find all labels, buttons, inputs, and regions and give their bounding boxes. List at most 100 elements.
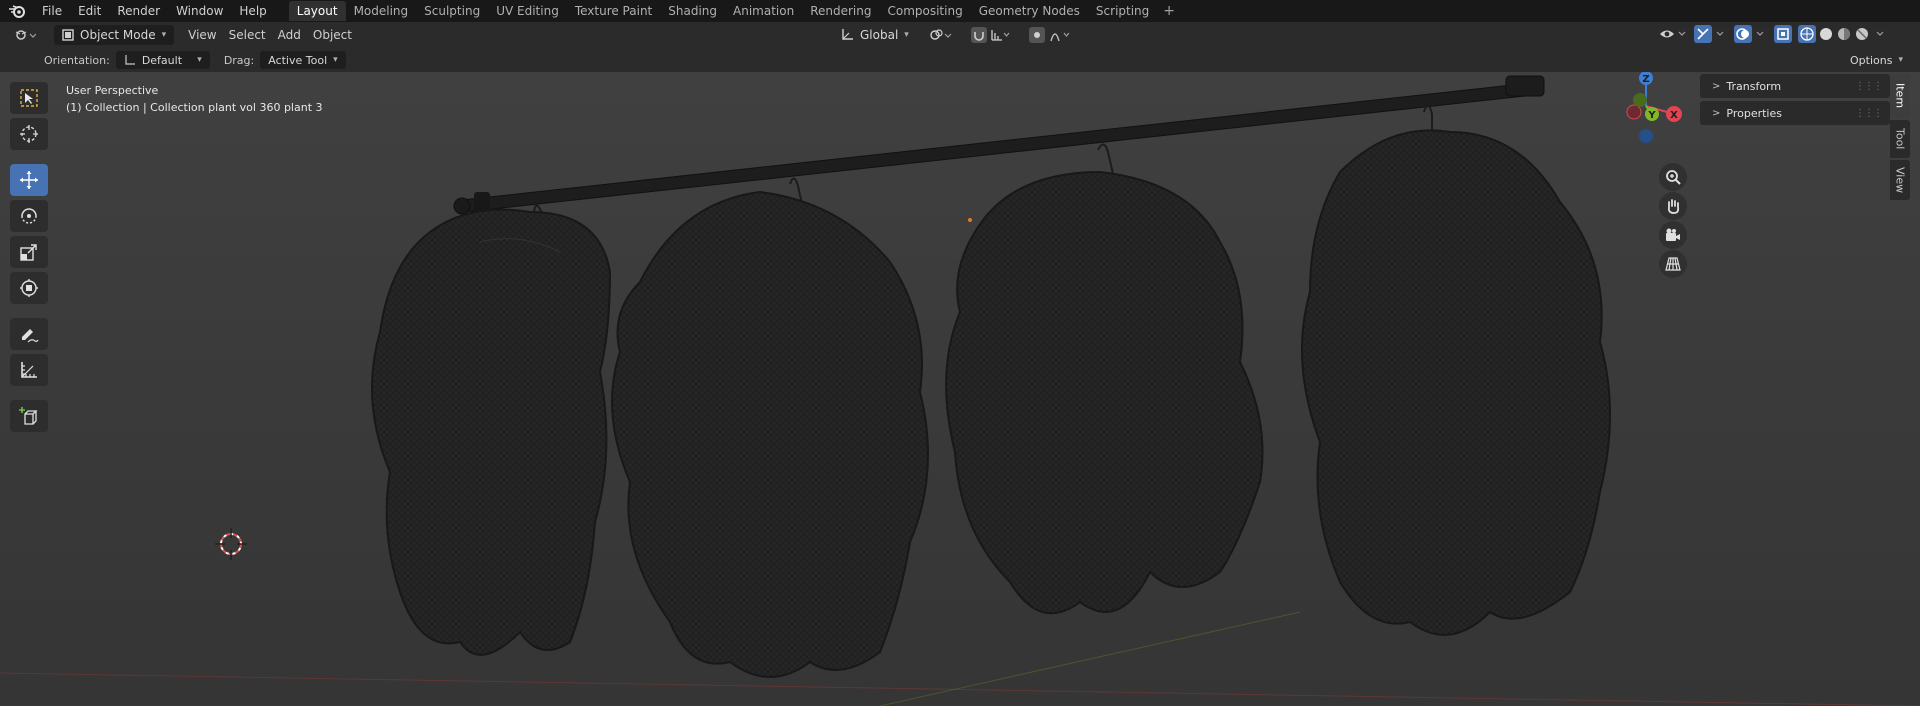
add-cube-tool[interactable] [10, 400, 48, 432]
neg-z-axis-handle[interactable] [1639, 129, 1653, 143]
3d-cursor-icon[interactable] [215, 528, 247, 560]
move-tool[interactable] [10, 164, 48, 196]
left-toolbar [10, 82, 48, 432]
chevron-right-icon: > [1712, 80, 1721, 92]
scene-render [0, 75, 1920, 706]
chevron-down-icon: ▾ [161, 30, 167, 40]
perspective-grid-icon[interactable] [1659, 250, 1687, 278]
transform-panel-header[interactable]: > Transform ⋮⋮⋮ [1700, 74, 1890, 98]
move-arrows-icon [20, 171, 38, 189]
add-workspace-button[interactable]: + [1157, 3, 1181, 19]
viewport-header: Object Mode ▾ View Select Add Object Glo… [0, 22, 1920, 48]
tab-tool[interactable]: Tool [1890, 120, 1910, 158]
transform-controls: Global ▾ [832, 25, 1079, 45]
visibility-eye-icon[interactable] [1658, 25, 1688, 43]
chevron-down-icon: ▾ [1898, 55, 1903, 65]
menu-render[interactable]: Render [109, 0, 168, 22]
tab-view[interactable]: View [1890, 160, 1910, 200]
hanging-plant-3 [945, 170, 1264, 615]
tab-scripting[interactable]: Scripting [1088, 1, 1157, 21]
tab-rendering[interactable]: Rendering [802, 1, 879, 21]
orientation-setting-dropdown[interactable]: Default ▾ [115, 51, 210, 69]
navigation-gizmo[interactable]: X Y Z [1606, 72, 1686, 148]
proportional-edit-button[interactable] [1023, 25, 1079, 45]
orientation-setting-value: Default [141, 53, 183, 67]
tab-shading[interactable]: Shading [660, 1, 725, 21]
options-dropdown[interactable]: Options ▾ [1842, 51, 1911, 69]
snap-magnet-icon [970, 27, 1010, 43]
object-mode-icon [62, 29, 74, 41]
snap-button[interactable] [965, 25, 1017, 45]
menu-view[interactable]: View [182, 25, 222, 45]
tab-texture-paint[interactable]: Texture Paint [567, 1, 660, 21]
menu-add[interactable]: Add [272, 25, 307, 45]
transform-panel-label: Transform [1726, 79, 1782, 93]
options-label: Options [1850, 53, 1893, 67]
drag-setting-label: Drag: [223, 53, 255, 67]
menu-edit[interactable]: Edit [70, 0, 109, 22]
sidebar-tabs: Item Tool View [1890, 74, 1910, 200]
tab-layout[interactable]: Layout [288, 1, 346, 21]
transform-orientation-selector[interactable]: Global ▾ [832, 25, 917, 45]
tab-modeling[interactable]: Modeling [346, 1, 417, 21]
pivot-icon [930, 29, 952, 40]
x-axis-label: X [1670, 110, 1678, 121]
axes-icon [125, 55, 135, 65]
xray-toggle-icon[interactable] [1774, 25, 1792, 43]
menu-help[interactable]: Help [231, 0, 274, 22]
drag-grip-icon[interactable]: ⋮⋮⋮ [1855, 81, 1883, 92]
menu-window[interactable]: Window [168, 0, 231, 22]
editor-type-button[interactable] [8, 25, 42, 45]
scale-tool[interactable] [10, 236, 48, 268]
orientation-axes-icon [842, 29, 853, 40]
shading-mode-icons[interactable] [1798, 25, 1894, 43]
rotate-tool[interactable] [10, 200, 48, 232]
viewport-info: User Perspective (1) Collection | Collec… [66, 82, 323, 116]
zoom-icon[interactable] [1659, 163, 1687, 191]
select-box-icon [20, 89, 38, 107]
tab-sculpting[interactable]: Sculpting [416, 1, 488, 21]
mode-selector[interactable]: Object Mode ▾ [54, 25, 175, 45]
blender-logo-icon[interactable] [0, 0, 34, 22]
measure-ruler-icon [21, 362, 37, 378]
y-axis-label: Y [1647, 110, 1656, 121]
tab-uv-editing[interactable]: UV Editing [488, 1, 567, 21]
add-cube-icon [19, 407, 38, 425]
tab-animation[interactable]: Animation [725, 1, 802, 21]
camera-icon[interactable] [1659, 221, 1687, 249]
3d-viewport[interactable]: User Perspective (1) Collection | Collec… [0, 72, 1920, 706]
hanging-plant-4 [1301, 129, 1611, 636]
orientation-label: Global [860, 28, 899, 42]
mode-label: Object Mode [80, 28, 156, 42]
scale-icon [20, 244, 37, 261]
gizmo-toggle-icon[interactable] [1694, 25, 1728, 43]
menu-file[interactable]: File [34, 0, 70, 22]
select-box-tool[interactable] [10, 82, 48, 114]
chevron-right-icon: > [1712, 107, 1721, 119]
tab-geometry-nodes[interactable]: Geometry Nodes [971, 1, 1088, 21]
tab-compositing[interactable]: Compositing [879, 1, 970, 21]
overlays-toggle-icon[interactable] [1734, 25, 1768, 43]
tab-item[interactable]: Item [1890, 74, 1910, 118]
menu-object[interactable]: Object [307, 25, 358, 45]
neg-y-axis-handle[interactable] [1633, 93, 1647, 107]
pan-hand-icon[interactable] [1659, 192, 1687, 220]
properties-panel-header[interactable]: > Properties ⋮⋮⋮ [1700, 101, 1890, 125]
drag-setting-dropdown[interactable]: Active Tool ▾ [260, 51, 346, 69]
transform-tool[interactable] [10, 272, 48, 304]
orientation-setting-label: Orientation: [44, 53, 110, 67]
chevron-down-icon: ▾ [197, 55, 202, 65]
measure-tool[interactable] [10, 354, 48, 386]
perspective-label: User Perspective [66, 84, 159, 97]
pivot-point-button[interactable] [923, 25, 959, 45]
properties-panel-label: Properties [1726, 106, 1782, 120]
annotate-tool[interactable] [10, 318, 48, 350]
proportional-edit-icon [1028, 27, 1070, 43]
cursor-tool[interactable] [10, 118, 48, 150]
drag-grip-icon[interactable]: ⋮⋮⋮ [1855, 108, 1883, 119]
editor-type-icon [15, 30, 36, 40]
neg-x-axis-handle[interactable] [1626, 104, 1642, 120]
x-axis-line [0, 672, 1920, 706]
menu-select[interactable]: Select [223, 25, 272, 45]
transform-icon [20, 279, 38, 297]
